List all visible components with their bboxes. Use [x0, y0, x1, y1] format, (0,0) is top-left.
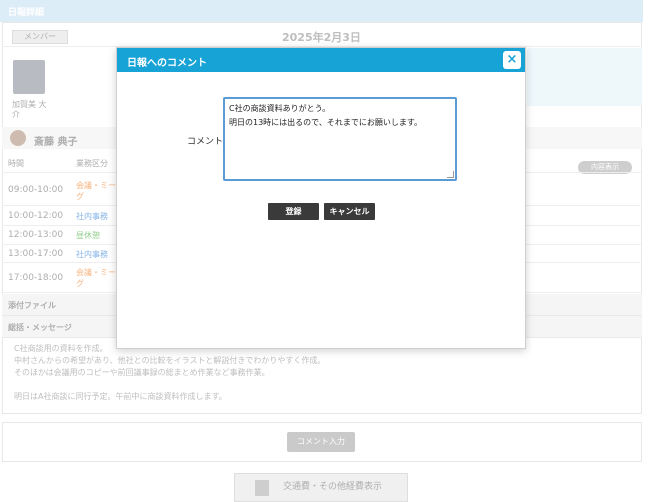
- close-button[interactable]: ×: [503, 51, 521, 69]
- dialog-header: 日報へのコメント ×: [117, 48, 525, 72]
- submit-button[interactable]: 登録: [268, 203, 319, 220]
- comment-textarea[interactable]: C社の商談資料ありがとう。 明日の13時には出るので、それまでにお願いします。: [223, 97, 457, 181]
- comment-label: コメント: [187, 137, 224, 147]
- dialog-title: 日報へのコメント: [127, 58, 207, 69]
- comment-dialog: 日報へのコメント × コメント C社の商談資料ありがとう。 明日の13時には出る…: [116, 47, 526, 349]
- resize-grip-icon[interactable]: [447, 171, 454, 178]
- cancel-button[interactable]: キャンセル: [324, 203, 375, 220]
